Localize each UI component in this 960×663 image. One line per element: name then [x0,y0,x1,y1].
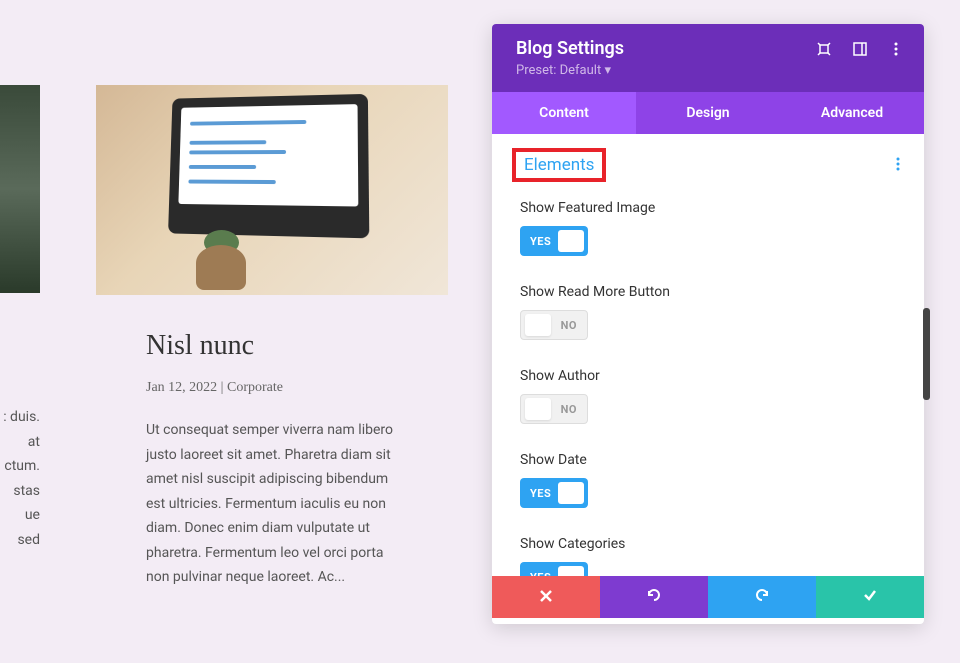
panel-header: Blog Settings Preset: Default ▾ [492,24,924,92]
post-title[interactable]: Nisl nunc [146,330,403,362]
toggle-show-read-more[interactable]: NO [520,310,588,340]
section-menu-icon[interactable] [896,156,904,175]
more-icon[interactable] [888,41,904,57]
tabs: Content Design Advanced [492,92,924,134]
setting-label: Show Author [520,368,896,384]
tab-design[interactable]: Design [636,92,780,134]
close-icon [539,588,553,607]
post-meta: Jan 12, 2022 | Corporate [146,380,403,396]
panel-title: Blog Settings [516,38,624,59]
blog-post-card: Nisl nunc Jan 12, 2022 | Corporate Ut co… [96,85,448,590]
setting-show-date: Show Date YES [492,442,924,526]
post-excerpt: Ut consequat semper viverra nam libero j… [146,418,403,590]
section-elements-title[interactable]: Elements [512,148,606,182]
setting-label: Show Read More Button [520,284,896,300]
previous-post-text-edge: : duis. at ctum. stas ue sed [0,405,40,552]
check-icon [862,587,878,607]
footer-actions [492,576,924,618]
snap-icon[interactable] [852,41,868,57]
post-category[interactable]: Corporate [227,380,283,395]
featured-image[interactable] [96,85,448,295]
setting-label: Show Categories [520,536,896,552]
panel-body: Elements Show Featured Image YES Show Re… [492,134,924,576]
toggle-show-author[interactable]: NO [520,394,588,424]
cancel-button[interactable] [492,576,600,618]
setting-label: Show Date [520,452,896,468]
undo-icon [646,587,662,607]
chevron-down-icon: ▾ [604,63,611,78]
previous-post-image-edge [0,85,40,293]
scrollbar-thumb[interactable] [923,308,930,400]
post-content: Nisl nunc Jan 12, 2022 | Corporate Ut co… [96,295,448,590]
setting-show-categories: Show Categories YES [492,526,924,576]
settings-panel: Blog Settings Preset: Default ▾ Content … [492,24,924,624]
setting-label: Show Featured Image [520,200,896,216]
setting-show-read-more: Show Read More Button NO [492,274,924,358]
redo-button[interactable] [708,576,816,618]
expand-icon[interactable] [816,41,832,57]
tab-advanced[interactable]: Advanced [780,92,924,134]
post-date: Jan 12, 2022 [146,380,217,395]
setting-show-featured-image: Show Featured Image YES [492,190,924,274]
toggle-show-featured-image[interactable]: YES [520,226,588,256]
undo-button[interactable] [600,576,708,618]
content-preview: : duis. at ctum. stas ue sed Nisl nunc [0,0,490,663]
save-button[interactable] [816,576,924,618]
redo-icon [754,587,770,607]
preset-selector[interactable]: Preset: Default ▾ [516,63,904,78]
toggle-show-categories[interactable]: YES [520,562,588,576]
toggle-show-date[interactable]: YES [520,478,588,508]
tab-content[interactable]: Content [492,92,636,134]
setting-show-author: Show Author NO [492,358,924,442]
